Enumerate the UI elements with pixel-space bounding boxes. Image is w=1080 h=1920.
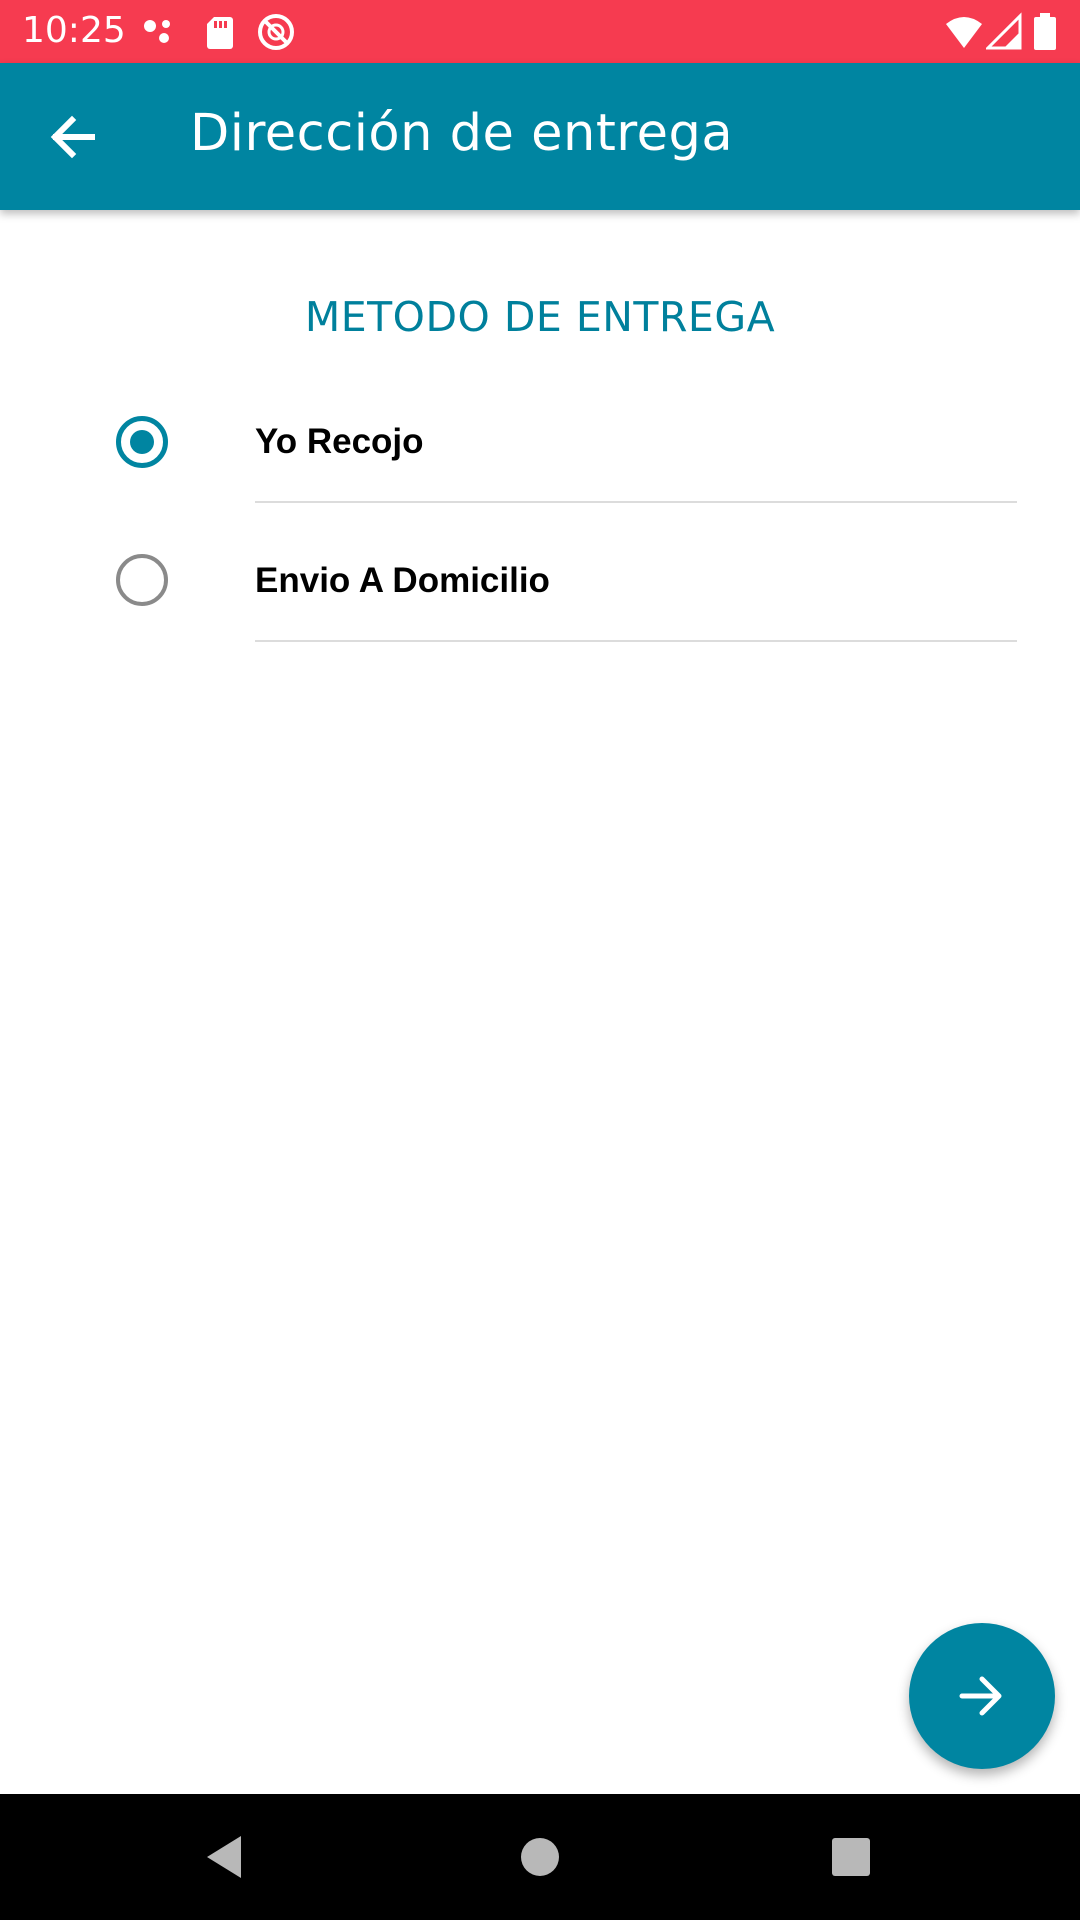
assistant-dots-icon (140, 12, 180, 52)
divider (255, 640, 1017, 642)
nav-recents-icon (832, 1838, 870, 1876)
delivery-address-screen: 10:25 Dirección de entrega METODO DE ENT… (0, 0, 1080, 1920)
page-title: Dirección de entrega (190, 104, 734, 163)
option-label: Envio A Domicilio (255, 561, 550, 600)
option-envio-a-domicilio[interactable]: Envio A Domicilio (100, 528, 1020, 648)
divider (255, 501, 1017, 503)
nav-home-button[interactable] (504, 1821, 576, 1893)
radio-button-checked[interactable] (116, 416, 168, 468)
nav-home-icon (521, 1838, 559, 1876)
app-bar: Dirección de entrega (0, 63, 1080, 210)
sd-card-icon (200, 12, 240, 52)
radio-button-unchecked[interactable] (116, 554, 168, 606)
cell-signal-icon (984, 12, 1026, 52)
arrow-forward-icon (959, 1676, 1002, 1716)
status-bar: 10:25 (0, 0, 1080, 63)
no-disturb-icon (256, 12, 296, 52)
next-fab-button[interactable] (909, 1623, 1055, 1769)
nav-back-button[interactable] (190, 1821, 262, 1893)
back-button[interactable] (28, 97, 116, 177)
arrow-back-icon (50, 115, 95, 159)
section-heading: METODO DE ENTREGA (304, 293, 776, 341)
option-label: Yo Recojo (255, 422, 424, 461)
system-nav-bar (0, 1794, 1080, 1920)
battery-icon (1030, 12, 1060, 52)
option-yo-recojo[interactable]: Yo Recojo (100, 382, 1020, 502)
nav-back-icon (207, 1836, 241, 1878)
status-time: 10:25 (22, 10, 126, 51)
wifi-icon (944, 12, 984, 52)
nav-recents-button[interactable] (815, 1821, 887, 1893)
